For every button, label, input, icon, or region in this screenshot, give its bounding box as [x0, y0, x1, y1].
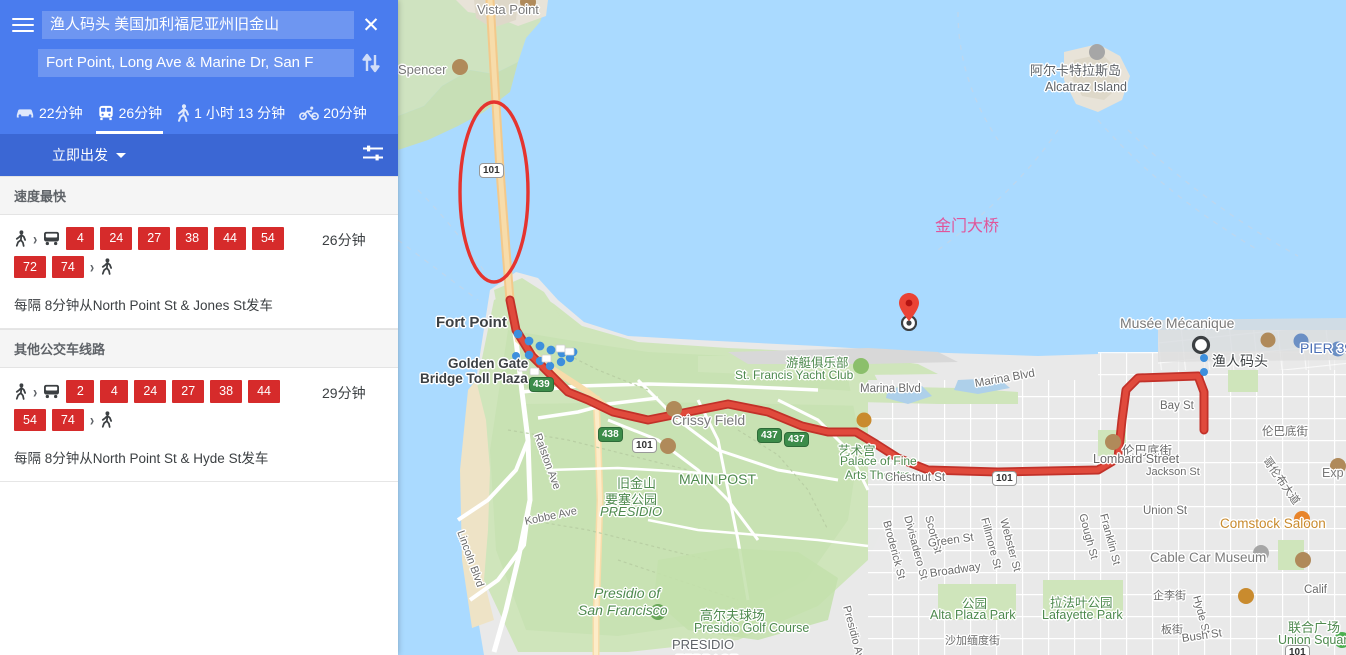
route-line-badge[interactable]: 44: [214, 227, 246, 250]
route-line-badge[interactable]: 72: [14, 255, 46, 278]
bus-icon: [43, 231, 60, 246]
chevron-right-icon: ›: [89, 257, 95, 277]
route-line-badge[interactable]: 4: [66, 227, 95, 250]
route-legs: › 2 4 24 27 38 44 54 74 ›: [14, 380, 314, 431]
map-basemap: [398, 0, 1346, 655]
travel-mode-tabs: 22分钟 26分钟 1 小时 13 分钟 20分钟: [0, 92, 398, 134]
route-shield-green: 439: [529, 377, 554, 392]
depart-now-label[interactable]: 立即出发: [52, 145, 108, 165]
chevron-right-icon: ›: [89, 410, 95, 430]
route-line-badge[interactable]: 27: [138, 227, 171, 250]
options-sliders-icon[interactable]: [362, 144, 384, 167]
golden-gate-bridge-annotation-label: 金门大桥: [935, 218, 1000, 235]
highway-shield: 101: [632, 438, 657, 453]
swap-directions-icon[interactable]: [354, 53, 388, 73]
route-shield-green: 437: [757, 428, 782, 443]
google-maps-app: Vista Point Spencer 阿尔卡特拉斯岛 Alcatraz Island…: [0, 0, 1346, 655]
route-line-badge[interactable]: 24: [100, 227, 133, 250]
section-heading: 其他公交车线路: [0, 329, 398, 368]
route-frequency: 每隔 8分钟从North Point St & Jones St发车: [14, 298, 273, 313]
car-icon: [15, 106, 35, 120]
route-duration: 26分钟: [322, 232, 366, 248]
highway-shield: 101: [992, 471, 1017, 486]
tab-walking[interactable]: 1 小时 13 分钟: [169, 92, 292, 134]
destination-pin[interactable]: [899, 293, 919, 321]
highway-shield: 101: [1285, 645, 1310, 655]
tab-transit[interactable]: 26分钟: [90, 92, 170, 134]
chevron-right-icon: ›: [33, 381, 38, 402]
route-duration: 29分钟: [322, 385, 366, 401]
route-option[interactable]: › 2 4 24 27 38 44 54 74 › 29分钟 每隔 8分钟从North Point S…: [0, 368, 398, 482]
tab-driving[interactable]: 22分钟: [8, 92, 90, 134]
walk-icon: [100, 411, 113, 429]
route-legs: › 4 24 27 38 44 54 72 74 ›: [14, 227, 314, 278]
tab-driving-label: 22分钟: [39, 105, 83, 121]
bike-icon: [299, 105, 320, 121]
route-line-badge[interactable]: 38: [210, 380, 243, 403]
close-icon-glyph: ✕: [362, 13, 380, 37]
search-header: 渔人码头 美国加利福尼亚州旧金山 ✕ Fort Point, Long Ave …: [0, 0, 398, 92]
menu-icon[interactable]: [10, 15, 36, 35]
tab-walking-label: 1 小时 13 分钟: [194, 105, 286, 121]
route-shield-green: 437: [784, 432, 809, 447]
walk-icon: [14, 383, 27, 400]
route-line-badge[interactable]: 4: [100, 380, 129, 403]
directions-panel: 渔人码头 美国加利福尼亚州旧金山 ✕ Fort Point, Long Ave …: [0, 0, 398, 655]
route-line-badge[interactable]: 27: [172, 380, 205, 403]
route-option[interactable]: › 4 24 27 38 44 54 72 74 › 26分钟 每隔 8分钟从North Point …: [0, 215, 398, 329]
route-frequency: 每隔 8分钟从North Point St & Hyde St发车: [14, 451, 269, 466]
route-line-badge[interactable]: 24: [134, 380, 167, 403]
bus-icon: [43, 384, 60, 399]
walk-icon: [100, 258, 113, 276]
transit-icon: [97, 105, 115, 121]
departure-bar: 立即出发: [0, 134, 398, 176]
chevron-down-icon[interactable]: [116, 152, 126, 158]
section-heading: 速度最快: [0, 176, 398, 215]
tab-transit-label: 26分钟: [118, 105, 163, 121]
route-line-badge[interactable]: 74: [51, 255, 84, 278]
tab-cycling[interactable]: 20分钟: [292, 92, 374, 134]
walk-icon: [176, 104, 190, 122]
map-canvas[interactable]: Vista Point Spencer 阿尔卡特拉斯岛 Alcatraz Island…: [398, 0, 1346, 655]
route-shield-green: 438: [598, 427, 623, 442]
route-line-badge[interactable]: 74: [51, 408, 84, 431]
chevron-right-icon: ›: [33, 228, 38, 249]
close-icon[interactable]: ✕: [354, 15, 388, 36]
origin-input[interactable]: 渔人码头 美国加利福尼亚州旧金山: [42, 11, 354, 39]
route-results-list: 速度最快 › 4 24 27 38 44 54 72 74 › 26分钟 每隔 8分钟从North Po…: [0, 176, 398, 482]
walk-icon: [14, 230, 27, 247]
tab-cycling-label: 20分钟: [323, 105, 367, 121]
destination-input[interactable]: Fort Point, Long Ave & Marine Dr, San F: [38, 49, 354, 77]
highway-shield: 101: [479, 163, 504, 178]
route-line-badge[interactable]: 54: [251, 227, 284, 250]
route-line-badge[interactable]: 44: [248, 380, 280, 403]
route-line-badge[interactable]: 38: [176, 227, 209, 250]
route-line-badge[interactable]: 2: [66, 380, 95, 403]
route-line-badge[interactable]: 54: [14, 408, 46, 431]
